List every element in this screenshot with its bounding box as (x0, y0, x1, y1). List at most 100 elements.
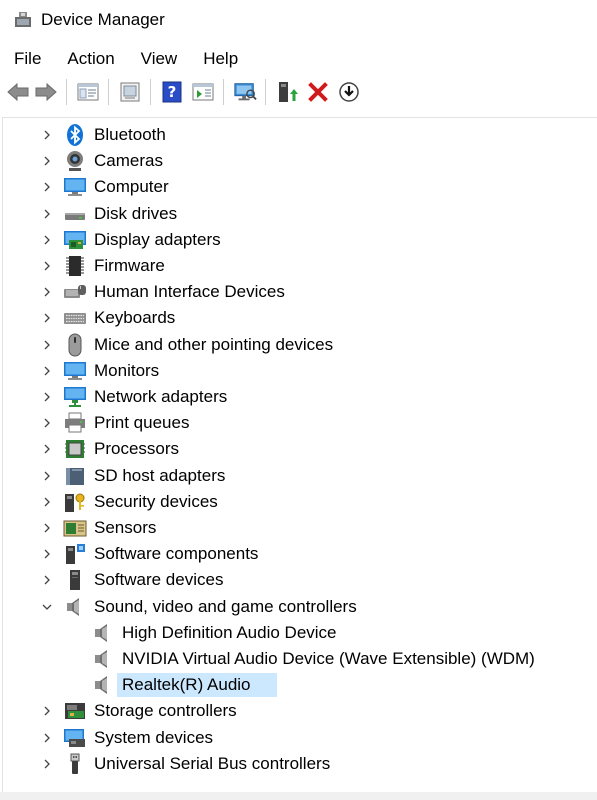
tree-category-item[interactable]: Sensors (3, 515, 593, 541)
toolbar-separator (66, 79, 67, 105)
menu-view[interactable]: View (127, 49, 188, 69)
expand-chevron-icon[interactable] (41, 312, 53, 324)
tree-category-item[interactable]: Disk drives (3, 201, 593, 227)
expand-chevron-icon[interactable] (41, 208, 53, 220)
uninstall-button[interactable] (306, 80, 330, 104)
speaker-icon (63, 595, 87, 619)
tree-item-label: Storage controllers (94, 701, 237, 721)
display-adapter-icon (63, 228, 87, 252)
tree-item-label: Disk drives (94, 203, 178, 223)
expand-chevron-icon[interactable] (41, 286, 53, 298)
tree-category-item[interactable]: Mice and other pointing devices (3, 332, 593, 358)
tree-category-item[interactable]: Computer (3, 174, 593, 200)
expand-chevron-icon[interactable] (41, 522, 53, 534)
action-pane-button[interactable] (191, 80, 215, 104)
tree-category-item[interactable]: Security devices (3, 489, 593, 515)
disk-drive-icon (63, 202, 87, 226)
tree-item-label: System devices (94, 727, 214, 747)
show-hide-icon (120, 82, 140, 102)
processor-icon (63, 437, 87, 461)
tree-category-item[interactable]: Display adapters (3, 227, 593, 253)
tree-item-label: Print queues (94, 413, 190, 433)
speaker-icon (91, 621, 115, 645)
tree-category-item[interactable]: Firmware (3, 253, 593, 279)
tree-category-item[interactable]: Keyboards (3, 305, 593, 331)
tree-category-item[interactable]: Software devices (3, 567, 593, 593)
scan-hardware-button[interactable] (233, 80, 257, 104)
expand-chevron-icon[interactable] (41, 548, 53, 560)
tree-category-item[interactable]: SD host adapters (3, 463, 593, 489)
title-bar: Device Manager (0, 0, 597, 40)
tree-item-label: Processors (94, 439, 180, 459)
tree-item-label: Firmware (94, 256, 165, 275)
tree-category-item[interactable]: Sound, video and game controllers (3, 594, 593, 620)
help-button[interactable]: ? (160, 80, 184, 104)
menu-action[interactable]: Action (53, 49, 124, 69)
tree-category-item[interactable]: Print queues (3, 410, 593, 436)
device-tree[interactable]: Bluetooth Cameras Computer Disk drives Displ… (2, 117, 597, 792)
expand-chevron-icon[interactable] (41, 129, 53, 141)
expand-chevron-icon[interactable] (41, 758, 53, 770)
status-bar (0, 792, 597, 800)
properties-button[interactable] (76, 80, 100, 104)
expand-chevron-icon[interactable] (41, 417, 53, 429)
show-hide-button[interactable] (118, 80, 142, 104)
tree-category-item[interactable]: Processors (3, 436, 593, 462)
disable-button[interactable] (337, 80, 361, 104)
security-device-icon (63, 490, 87, 514)
system-device-icon (63, 726, 87, 750)
tree-item-label: Software components (94, 544, 259, 564)
back-icon (7, 82, 29, 102)
tree-device-item[interactable]: Realtek(R) Audio (3, 672, 593, 698)
collapse-chevron-icon[interactable] (41, 601, 53, 613)
speaker-icon (91, 673, 115, 697)
tree-item-label: High Definition Audio Device (122, 622, 337, 642)
sensor-icon (63, 516, 87, 540)
tree-item-label: Sensors (94, 518, 157, 537)
update-driver-icon (279, 82, 298, 102)
expand-chevron-icon[interactable] (41, 339, 53, 351)
device-manager-icon (15, 12, 31, 27)
tree-category-item[interactable]: Universal Serial Bus controllers (3, 751, 593, 777)
expand-chevron-icon[interactable] (41, 391, 53, 403)
menu-file[interactable]: File (0, 49, 51, 69)
tree-item-label: Sound, video and game controllers (94, 596, 357, 616)
expand-chevron-icon[interactable] (41, 574, 53, 586)
toolbar-separator (108, 79, 109, 105)
back-button[interactable] (6, 80, 30, 104)
printer-icon (63, 411, 87, 435)
tree-category-item[interactable]: Monitors (3, 358, 593, 384)
expand-chevron-icon[interactable] (41, 234, 53, 246)
tree-item-label: Cameras (94, 151, 163, 171)
expand-chevron-icon[interactable] (41, 181, 53, 193)
tree-device-item[interactable]: NVIDIA Virtual Audio Device (Wave Extens… (3, 646, 593, 672)
tree-item-label: Keyboards (94, 308, 176, 328)
tree-category-item[interactable]: Storage controllers (3, 698, 593, 724)
menu-help[interactable]: Help (189, 49, 248, 69)
speaker-icon (91, 647, 115, 671)
tree-category-item[interactable]: System devices (3, 725, 593, 751)
expand-chevron-icon[interactable] (41, 705, 53, 717)
tree-category-item[interactable]: Bluetooth (3, 122, 593, 148)
window-title: Device Manager (41, 10, 165, 29)
expand-chevron-icon[interactable] (41, 155, 53, 167)
expand-chevron-icon[interactable] (41, 365, 53, 377)
tree-item-label: Monitors (94, 360, 160, 380)
tree-item-label: Security devices (94, 491, 218, 511)
forward-button[interactable] (34, 80, 58, 104)
expand-chevron-icon[interactable] (41, 732, 53, 744)
update-driver-button[interactable] (275, 80, 299, 104)
menu-bar: File Action View Help (0, 44, 597, 74)
tree-category-item[interactable]: Network adapters (3, 384, 593, 410)
tree-item-label: Software devices (94, 570, 224, 590)
expand-chevron-icon[interactable] (41, 443, 53, 455)
tree-category-item[interactable]: Cameras (3, 148, 593, 174)
expand-chevron-icon[interactable] (41, 260, 53, 272)
tree-item-label: Mice and other pointing devices (94, 334, 334, 354)
tree-category-item[interactable]: Software components (3, 541, 593, 567)
tree-item-label: NVIDIA Virtual Audio Device (Wave Extens… (122, 649, 535, 668)
tree-device-item[interactable]: High Definition Audio Device (3, 620, 593, 646)
expand-chevron-icon[interactable] (41, 496, 53, 508)
expand-chevron-icon[interactable] (41, 470, 53, 482)
tree-category-item[interactable]: Human Interface Devices (3, 279, 593, 305)
